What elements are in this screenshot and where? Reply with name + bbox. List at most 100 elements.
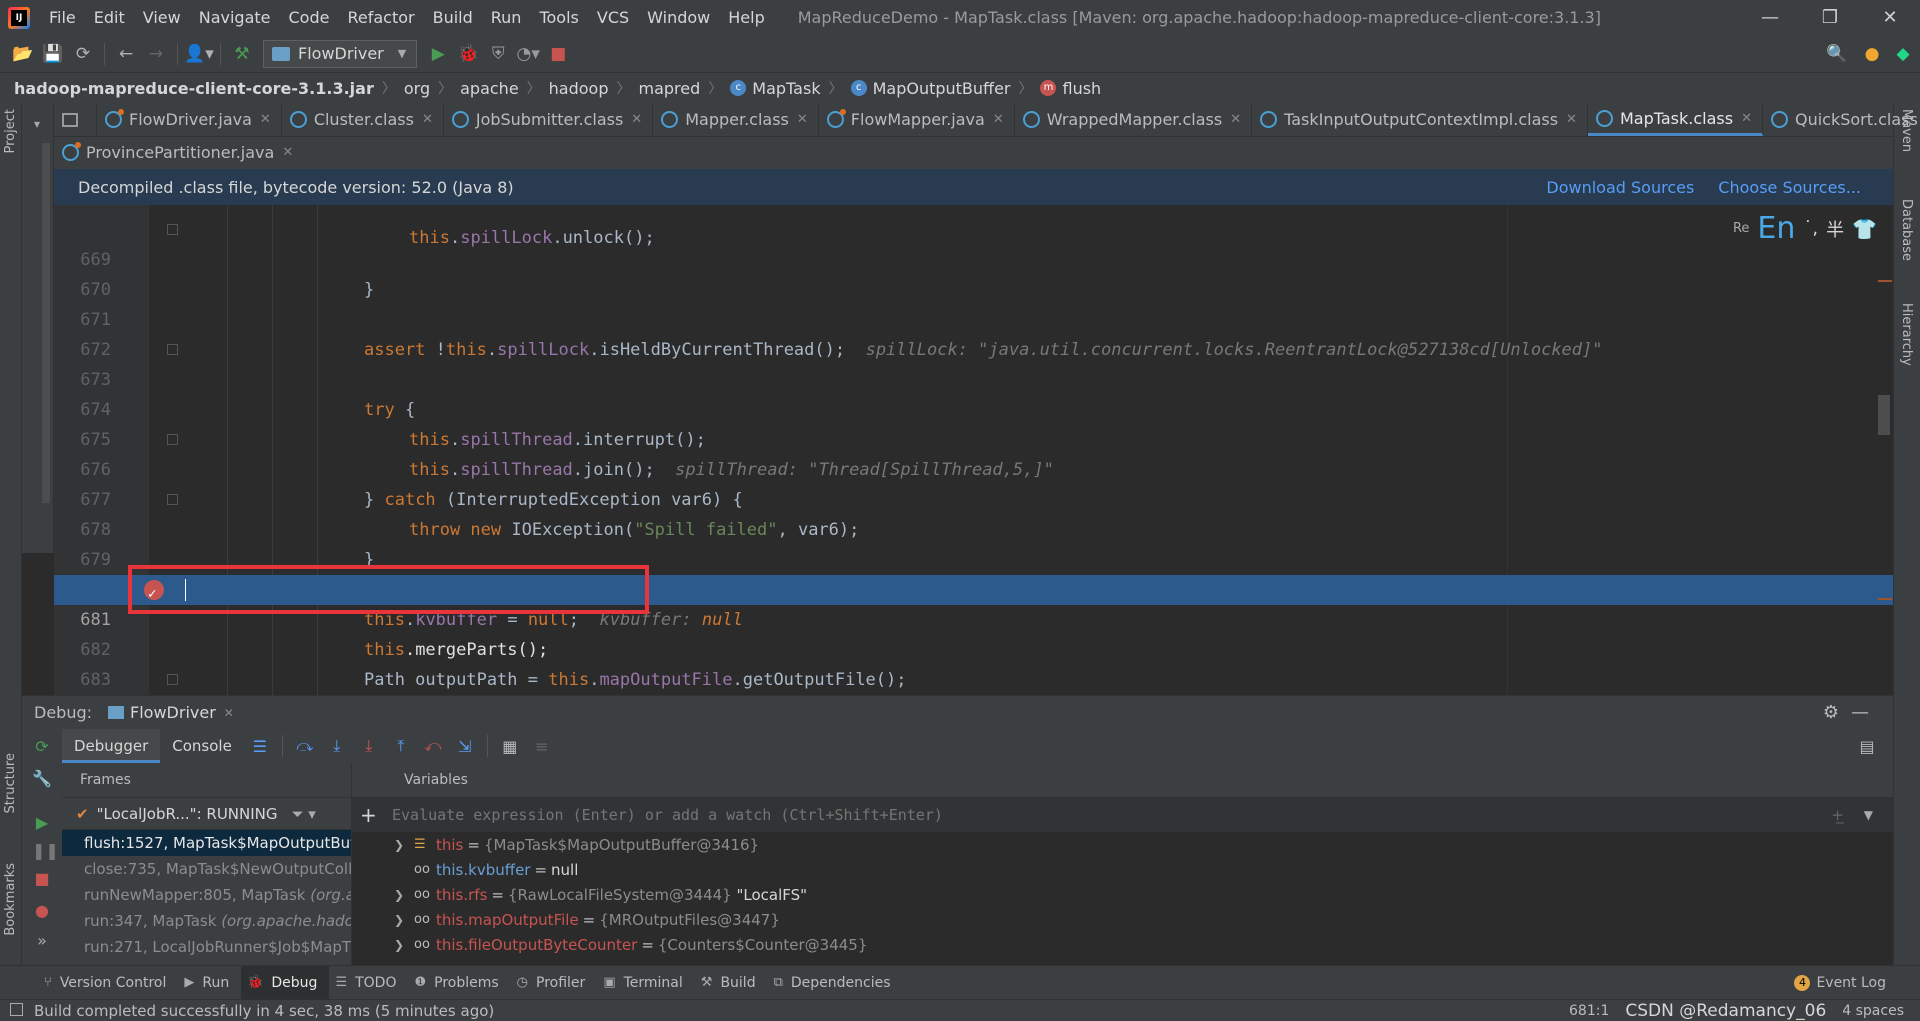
close-icon[interactable]: ✕ [260, 112, 271, 127]
close-icon[interactable]: ✕ [797, 112, 808, 127]
error-stripe-marker[interactable] [1878, 280, 1892, 282]
close-icon[interactable]: ✕ [282, 145, 293, 160]
open-folder-icon[interactable]: 📂 [8, 40, 38, 68]
restore-icon[interactable]: ❐ [1800, 0, 1860, 35]
variable-row[interactable]: ❯ oo this.mapOutputFile = {MROutputFiles@3… [352, 907, 1893, 932]
toggle-tool-windows-icon[interactable] [10, 1003, 23, 1016]
back-arrow-icon[interactable]: ← [111, 40, 141, 68]
expand-arrow-icon[interactable]: ❯ [394, 888, 408, 902]
tab-problems[interactable]: ❶ Problems [408, 966, 510, 1000]
run-icon[interactable]: ▶ [423, 40, 453, 68]
hide-panel-icon[interactable]: — [1851, 702, 1869, 723]
tab-build[interactable]: ⚒ Build [695, 966, 768, 1000]
tab-split-icon[interactable] [54, 103, 97, 136]
evaluate-expression-icon[interactable]: ▦ [494, 732, 526, 760]
project-scrollbar[interactable] [42, 143, 50, 503]
menu-view[interactable]: View [134, 0, 190, 35]
status-message[interactable]: Build completed successfully in 4 sec, 3… [34, 1002, 494, 1020]
variable-row[interactable]: ❯ oo this.rfs = {RawLocalFileSystem@3444} … [352, 882, 1893, 907]
caret-position[interactable]: 681:1 [1569, 1003, 1609, 1019]
tab-terminal[interactable]: ▣ Terminal [597, 966, 694, 1000]
expand-arrow-icon[interactable]: ❯ [394, 938, 408, 952]
jetbrains-toolbox-icon[interactable]: ◆ [1888, 40, 1918, 68]
fold-marker-icon[interactable] [167, 224, 178, 235]
tab-provincepartitioner-java[interactable]: ProvincePartitioner.java ✕ [54, 136, 303, 169]
menu-refactor[interactable]: Refactor [338, 0, 423, 35]
tab-debug[interactable]: 🐞 Debug [241, 965, 330, 1000]
user-dropdown-icon[interactable]: 👤▾ [184, 40, 214, 68]
drop-frame-icon[interactable]: ⤺ [417, 732, 449, 760]
stop-icon[interactable]: ■ [32, 869, 52, 889]
updates-icon[interactable]: ● [1857, 40, 1887, 68]
chevron-down-icon[interactable]: ▾ [34, 117, 40, 131]
stop-icon[interactable]: ■ [543, 40, 573, 68]
tab-todo[interactable]: ☰ TODO [329, 966, 408, 1000]
input-method-indicator[interactable]: Re En ˙, 半 👕 [1733, 211, 1877, 246]
evaluate-expression-input[interactable] [392, 805, 1832, 824]
search-everywhere-icon[interactable]: 🔍 [1822, 40, 1852, 68]
debug-session-tab[interactable]: FlowDriver ✕ [108, 703, 234, 722]
forward-arrow-icon[interactable]: → [141, 40, 171, 68]
trace-stream-icon[interactable]: ≡ [526, 732, 558, 760]
menu-build[interactable]: Build [424, 0, 482, 35]
profiler-icon[interactable]: ◔▾ [513, 40, 543, 68]
event-log-tab[interactable]: 4 Event Log [1794, 974, 1886, 991]
tab-console[interactable]: Console [160, 729, 244, 763]
download-sources-link[interactable]: Download Sources [1546, 178, 1694, 197]
save-all-icon[interactable]: 💾 [38, 40, 68, 68]
tab-dependencies[interactable]: ⧉ Dependencies [768, 966, 903, 1000]
pause-icon[interactable]: ❚❚ [32, 841, 59, 861]
menu-file[interactable]: File [40, 0, 85, 35]
expand-arrow-icon[interactable]: ❯ [394, 913, 408, 927]
tab-run[interactable]: ▶ Run [178, 966, 241, 1000]
editor-scrollbar-thumb[interactable] [1878, 395, 1890, 435]
menu-vcs[interactable]: VCS [588, 0, 638, 35]
fold-marker-icon[interactable] [167, 674, 178, 685]
structure-tool-tab[interactable]: Structure [3, 753, 18, 813]
frame-item[interactable]: runNewMapper:805, MapTask (org.a [62, 882, 351, 908]
fold-marker-icon[interactable] [167, 494, 178, 505]
run-configuration-selector[interactable]: FlowDriver ▼ [263, 39, 418, 68]
breadcrumb-apache[interactable]: apache [460, 79, 519, 98]
tab-cluster-class[interactable]: Cluster.class ✕ [282, 103, 444, 136]
tab-flowmapper-java[interactable]: FlowMapper.java ✕ [819, 103, 1015, 136]
indent-setting[interactable]: 4 spaces [1842, 1003, 1904, 1019]
menu-navigate[interactable]: Navigate [190, 0, 280, 35]
tab-mapper-class[interactable]: Mapper.class ✕ [653, 103, 819, 136]
filter-icon[interactable]: ⏷ ▾ [292, 805, 316, 823]
variable-row[interactable]: ❯ oo this.fileOutputByteCounter = {Counter… [352, 932, 1893, 957]
frame-item[interactable]: run:347, MapTask (org.apache.hadoo [62, 908, 351, 934]
error-stripe-marker[interactable] [1878, 598, 1892, 600]
breadcrumb-maptask[interactable]: c MapTask [730, 79, 821, 98]
close-icon[interactable]: ✕ [993, 112, 1004, 127]
tab-flowdriver-java[interactable]: FlowDriver.java ✕ [97, 103, 282, 136]
menu-run[interactable]: Run [482, 0, 531, 35]
hierarchy-tool-tab[interactable]: Hierarchy [1899, 303, 1914, 366]
minimize-icon[interactable]: — [1740, 0, 1800, 35]
breadcrumb-hadoop[interactable]: hadoop [549, 79, 609, 98]
run-to-cursor-icon[interactable]: ⇲ [449, 732, 481, 760]
resume-icon[interactable]: ▶ [32, 813, 52, 833]
breadcrumb-jar[interactable]: hadoop-mapreduce-client-core-3.1.3.jar [14, 79, 374, 98]
breadcrumb-mapred[interactable]: mapred [639, 79, 701, 98]
close-icon[interactable]: ✕ [1566, 112, 1577, 127]
wrench-icon[interactable]: 🔧 [32, 769, 52, 789]
tab-quicksort-class[interactable]: QuickSort.class✕ [1763, 103, 1920, 136]
tab-profiler[interactable]: ◷ Profiler [511, 966, 598, 1000]
variable-row[interactable]: ❯ ☰ this = {MapTask$MapOutputBuffer@3416} [352, 832, 1893, 857]
step-out-icon[interactable]: ⤒ [385, 732, 417, 760]
add-watch-icon[interactable]: + [360, 803, 384, 827]
frame-item[interactable]: close:735, MapTask$NewOutputColl [62, 856, 351, 882]
gear-icon[interactable]: ⚙ [1823, 702, 1839, 723]
breadcrumb-mapoutputbuffer[interactable]: c MapOutputBuffer [850, 79, 1010, 98]
database-tool-tab[interactable]: Database [1899, 199, 1914, 261]
close-icon[interactable]: ✕ [224, 706, 234, 720]
tab-maptask-class[interactable]: MapTask.class ✕ [1587, 103, 1763, 136]
step-over-icon[interactable]: ⤼ [289, 732, 321, 760]
tab-wrappedmapper-class[interactable]: WrappedMapper.class ✕ [1015, 103, 1253, 136]
add-to-watches-icon[interactable]: +̲ [1831, 806, 1844, 824]
fold-marker-icon[interactable] [167, 434, 178, 445]
layout-list-icon[interactable]: ☰ [244, 732, 276, 760]
tab-version-control[interactable]: ⑂ Version Control [38, 966, 178, 1000]
rerun-icon[interactable]: ⟳ [32, 737, 52, 757]
